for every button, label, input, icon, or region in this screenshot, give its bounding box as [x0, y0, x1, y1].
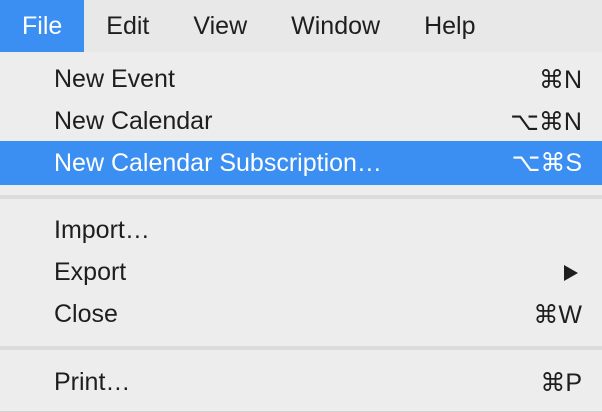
keyboard-shortcut: ⌥⌘S: [511, 149, 582, 177]
menu-bar: File Edit View Window Help: [0, 0, 602, 52]
menubar-item-help[interactable]: Help: [402, 0, 497, 52]
menu-item-label: Export: [54, 258, 127, 286]
keyboard-shortcut: ⌘N: [538, 65, 582, 94]
menubar-item-file[interactable]: File: [0, 0, 85, 52]
menu-item-new-calendar[interactable]: New Calendar ⌥⌘N: [0, 101, 602, 142]
keyboard-shortcut: ⌥⌘N: [510, 107, 582, 136]
menu-item-new-calendar-subscription[interactable]: New Calendar Subscription… ⌥⌘S: [0, 141, 602, 185]
menu-item-print[interactable]: Print… ⌘P: [0, 362, 602, 403]
menu-separator: [0, 195, 602, 199]
menu-item-close[interactable]: Close ⌘W: [0, 294, 602, 335]
menu-item-label: Close: [54, 300, 118, 328]
menubar-item-window[interactable]: Window: [269, 0, 402, 52]
menubar-item-view[interactable]: View: [171, 0, 269, 52]
menu-item-label: New Calendar Subscription…: [54, 148, 382, 177]
triangle-right-icon: [564, 264, 578, 281]
menu-item-label: New Calendar: [54, 107, 213, 135]
menu-item-label: New Event: [54, 65, 175, 93]
menu-item-import[interactable]: Import…: [0, 210, 602, 251]
menu-item-export[interactable]: Export: [0, 252, 602, 293]
menu-separator: [0, 346, 602, 350]
menu-item-new-event[interactable]: New Event ⌘N: [0, 59, 602, 100]
menu-item-label: Print…: [54, 368, 131, 396]
keyboard-shortcut: ⌘W: [533, 300, 582, 329]
menubar-item-edit[interactable]: Edit: [84, 0, 171, 52]
keyboard-shortcut: ⌘P: [540, 368, 582, 397]
file-menu-dropdown: New Event ⌘N New Calendar ⌥⌘N New Calend…: [0, 52, 602, 412]
menu-item-label: Import…: [54, 216, 150, 244]
